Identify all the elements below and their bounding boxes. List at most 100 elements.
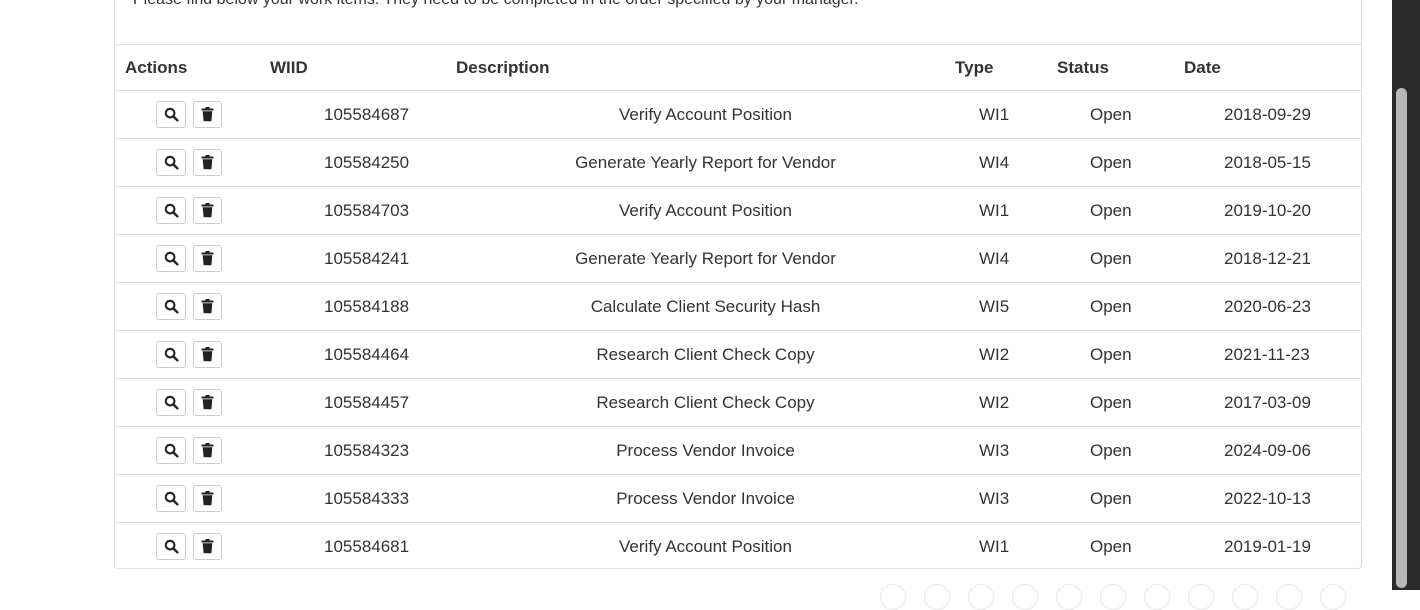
- view-button[interactable]: [156, 437, 186, 464]
- delete-button[interactable]: [193, 437, 222, 464]
- search-icon: [164, 491, 179, 506]
- type-cell: WI1: [955, 186, 1057, 235]
- page-button[interactable]: [1188, 584, 1214, 610]
- column-header-date[interactable]: Date: [1184, 44, 1361, 91]
- intro-text: Please find below your work items. They …: [133, 0, 858, 9]
- view-button[interactable]: [156, 293, 186, 320]
- view-button[interactable]: [156, 485, 186, 512]
- date-cell: 2018-05-15: [1184, 138, 1361, 187]
- view-button[interactable]: [156, 197, 186, 224]
- status-cell: Open: [1057, 186, 1184, 235]
- view-button[interactable]: [156, 533, 186, 560]
- date-cell: 2019-10-20: [1184, 186, 1361, 235]
- view-button[interactable]: [156, 341, 186, 368]
- actions-cell: [115, 234, 270, 283]
- scrollbar-thumb[interactable]: [1396, 88, 1407, 588]
- type-cell: WI4: [955, 138, 1057, 187]
- status-cell: Open: [1090, 536, 1132, 556]
- page-button[interactable]: [880, 584, 906, 610]
- trash-icon: [201, 155, 214, 170]
- type-cell: WI3: [955, 474, 1057, 523]
- status-cell: Open: [1057, 378, 1184, 427]
- date-cell: 2018-09-29: [1184, 90, 1361, 139]
- wiid-cell: 105584323: [270, 426, 456, 475]
- page-button[interactable]: [1320, 584, 1346, 610]
- search-icon: [164, 443, 179, 458]
- delete-button[interactable]: [193, 341, 222, 368]
- actions-cell: [115, 378, 270, 427]
- description-cell: Process Vendor Invoice: [456, 474, 955, 523]
- trash-icon: [201, 251, 214, 266]
- delete-button[interactable]: [193, 149, 222, 176]
- page-button[interactable]: [1012, 584, 1038, 610]
- type-cell: WI4: [955, 234, 1057, 283]
- wiid-cell: 105584681: [324, 536, 410, 556]
- column-header-wiid[interactable]: WIID: [270, 44, 456, 91]
- trash-icon: [201, 491, 214, 506]
- delete-button[interactable]: [193, 101, 222, 128]
- trash-icon: [201, 347, 214, 362]
- column-header-status[interactable]: Status: [1057, 44, 1184, 91]
- description-cell: Generate Yearly Report for Vendor: [456, 234, 955, 283]
- column-header-type[interactable]: Type: [955, 44, 1057, 91]
- page-button[interactable]: [1276, 584, 1302, 610]
- page-button[interactable]: [1144, 584, 1170, 610]
- search-icon: [164, 395, 179, 410]
- page-button[interactable]: [1056, 584, 1082, 610]
- delete-button[interactable]: [193, 389, 222, 416]
- wiid-cell: 105584687: [270, 90, 456, 139]
- view-button[interactable]: [156, 389, 186, 416]
- actions-cell: [115, 474, 270, 523]
- type-cell: WI3: [955, 426, 1057, 475]
- table-body: 105584687 Verify Account Position WI1 Open 2…: [115, 90, 1361, 571]
- status-cell: Open: [1057, 474, 1184, 523]
- search-icon: [164, 539, 179, 554]
- page-button[interactable]: [924, 584, 950, 610]
- table-header-row: Actions WIID Description Type Status Dat…: [115, 44, 1361, 91]
- page-button[interactable]: [1232, 584, 1258, 610]
- type-cell: WI1: [955, 90, 1057, 139]
- status-cell: Open: [1057, 90, 1184, 139]
- page-button[interactable]: [968, 584, 994, 610]
- actions-cell: [115, 282, 270, 331]
- column-header-actions: Actions: [115, 44, 270, 91]
- view-button[interactable]: [156, 245, 186, 272]
- date-cell: 2019-01-19: [1224, 536, 1311, 556]
- page-button[interactable]: [1100, 584, 1126, 610]
- work-items-panel: Please find below your work items. They …: [114, 0, 1362, 569]
- search-icon: [164, 251, 179, 266]
- search-icon: [164, 203, 179, 218]
- actions-cell: [115, 186, 270, 235]
- actions-cell: [115, 138, 270, 187]
- delete-button[interactable]: [193, 533, 222, 560]
- date-cell: 2020-06-23: [1184, 282, 1361, 331]
- description-cell: Verify Account Position: [456, 90, 955, 139]
- wiid-cell: 105584457: [270, 378, 456, 427]
- delete-button[interactable]: [193, 485, 222, 512]
- table-row: 105584188 Calculate Client Security Hash W…: [115, 282, 1361, 331]
- wiid-cell: 105584241: [270, 234, 456, 283]
- table-row: 105584464 Research Client Check Copy WI2 Op…: [115, 330, 1361, 379]
- date-cell: 2021-11-23: [1184, 330, 1361, 379]
- column-header-description[interactable]: Description: [456, 44, 955, 91]
- table-row: 105584323 Process Vendor Invoice WI3 Open 20…: [115, 426, 1361, 475]
- delete-button[interactable]: [193, 293, 222, 320]
- description-cell: Calculate Client Security Hash: [456, 282, 955, 331]
- type-cell: WI2: [955, 378, 1057, 427]
- status-cell: Open: [1057, 426, 1184, 475]
- description-cell: Verify Account Position: [619, 536, 792, 556]
- date-cell: 2018-12-21: [1184, 234, 1361, 283]
- actions-cell: [115, 426, 270, 475]
- view-button[interactable]: [156, 149, 186, 176]
- table-row: 105584681 Verify Account Position WI1 Open 2…: [115, 523, 1361, 571]
- trash-icon: [201, 443, 214, 458]
- wiid-cell: 105584250: [270, 138, 456, 187]
- delete-button[interactable]: [193, 197, 222, 224]
- delete-button[interactable]: [193, 245, 222, 272]
- actions-cell: [115, 90, 270, 139]
- date-cell: 2024-09-06: [1184, 426, 1361, 475]
- status-cell: Open: [1057, 282, 1184, 331]
- date-cell: 2022-10-13: [1184, 474, 1361, 523]
- view-button[interactable]: [156, 101, 186, 128]
- status-cell: Open: [1057, 234, 1184, 283]
